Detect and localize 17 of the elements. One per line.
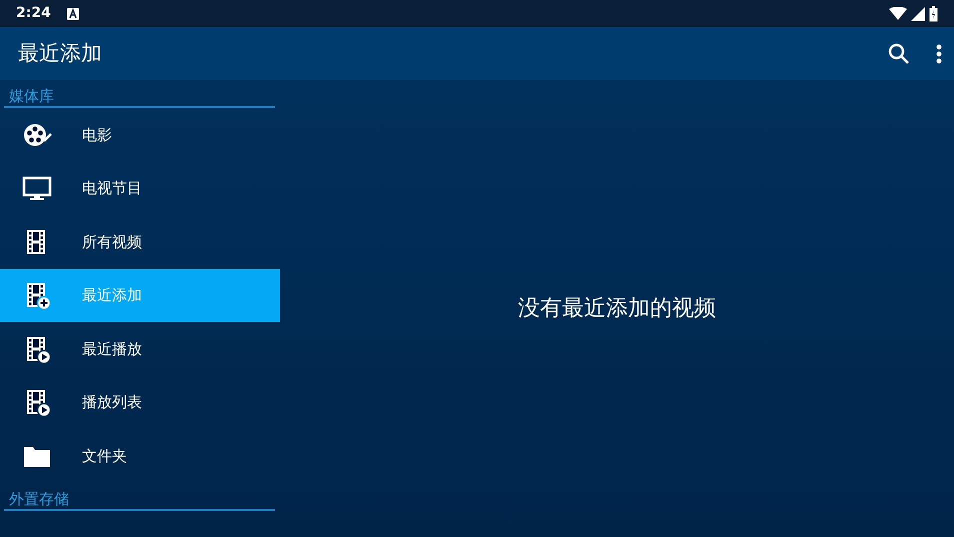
section-header: 媒体库 xyxy=(4,80,275,108)
notification-icon xyxy=(66,8,79,20)
battery-icon xyxy=(929,6,938,22)
section-header: 外置存储 xyxy=(4,482,275,510)
wifi-icon xyxy=(889,7,907,20)
sidebar-item[interactable]: 电影 xyxy=(0,108,280,162)
empty-message: 没有最近添加的视频 xyxy=(518,295,716,323)
sidebar-item[interactable]: 电视节目 xyxy=(0,162,280,215)
sidebar-item[interactable]: 文件夹 xyxy=(0,429,280,482)
status-time: 2:24 xyxy=(16,4,51,23)
sidebar-item[interactable]: 最近播放 xyxy=(0,322,280,376)
signal-icon xyxy=(911,6,925,20)
app-bar-title: 最近添加 xyxy=(18,40,102,67)
sidebar-item[interactable]: 播放列表 xyxy=(0,376,280,429)
search-icon[interactable] xyxy=(888,42,910,64)
more-options-icon[interactable] xyxy=(936,44,942,64)
sidebar-item[interactable]: 所有视频 xyxy=(0,215,280,268)
